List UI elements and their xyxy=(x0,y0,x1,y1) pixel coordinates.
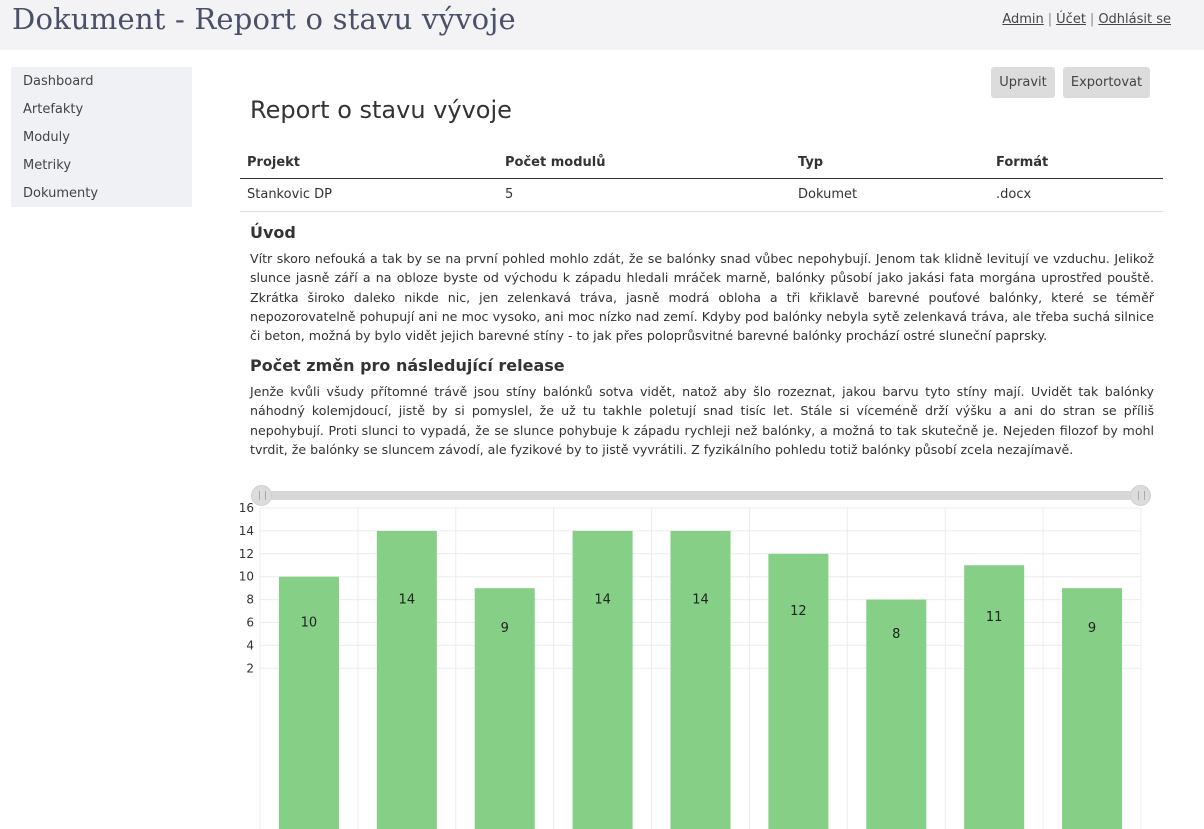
bar xyxy=(964,565,1025,829)
column-header-project: Projekt xyxy=(240,147,498,179)
bar xyxy=(670,530,731,829)
cell-project: Stankovic DP xyxy=(240,178,498,212)
section-text-intro: Vítr skoro nefouká a tak by se na první … xyxy=(250,251,1154,344)
range-slider-track[interactable] xyxy=(260,491,1142,500)
bar-value-label: 14 xyxy=(399,593,416,608)
y-tick-label: 10 xyxy=(240,570,254,584)
sidebar-item-artefakty[interactable]: Artefakty xyxy=(11,99,192,127)
sidebar-item-dashboard[interactable]: Dashboard xyxy=(11,71,192,99)
app-title: Dokument - Report o stavu vývoje xyxy=(12,2,516,36)
bar-value-label: 11 xyxy=(986,610,1003,625)
column-header-type: Typ xyxy=(791,147,989,179)
y-tick-label: 8 xyxy=(246,593,254,607)
account-link[interactable]: Účet xyxy=(1056,12,1086,27)
bar-value-label: 9 xyxy=(501,621,509,636)
sidebar: Dashboard Artefakty Moduly Metriky Dokum… xyxy=(11,67,192,207)
table-header-row: Projekt Počet modulů Typ Formát xyxy=(240,147,1163,179)
bar-value-label: 14 xyxy=(594,593,611,608)
section-title-intro: Úvod xyxy=(250,223,296,242)
y-tick-label: 12 xyxy=(240,547,254,561)
nav-separator: | xyxy=(1089,12,1095,27)
bar-value-label: 12 xyxy=(790,604,807,619)
user-nav: Admin | Účet | Odhlásit se xyxy=(1002,12,1171,27)
edit-button[interactable]: Upravit xyxy=(991,67,1055,98)
y-tick-label: 6 xyxy=(246,616,254,630)
export-button[interactable]: Exportovat xyxy=(1063,67,1150,98)
bar-value-label: 9 xyxy=(1088,621,1096,636)
sidebar-item-metriky[interactable]: Metriky xyxy=(11,155,192,183)
y-tick-label: 14 xyxy=(240,524,254,538)
admin-link[interactable]: Admin xyxy=(1002,12,1043,27)
cell-format: .docx xyxy=(989,178,1163,212)
section-title-changes: Počet změn pro následující release xyxy=(250,356,565,375)
sidebar-item-dokumenty[interactable]: Dokumenty xyxy=(11,183,192,211)
bar-value-label: 10 xyxy=(301,616,318,631)
y-tick-label: 16 xyxy=(240,501,254,515)
nav-separator: | xyxy=(1047,12,1053,27)
bar xyxy=(768,553,829,829)
y-tick-label: 4 xyxy=(246,638,254,652)
table-row: Stankovic DP 5 Dokumet .docx xyxy=(240,178,1163,212)
bar-chart: 2 4 6 8 10 12 14 16 10 14 9 14 14 12 8 11 9 xyxy=(240,501,1142,829)
document-heading: Report o stavu vývoje xyxy=(250,96,512,124)
bar-value-label: 14 xyxy=(692,593,709,608)
bar-value-label: 8 xyxy=(892,627,900,642)
sidebar-item-moduly[interactable]: Moduly xyxy=(11,127,192,155)
column-header-modules: Počet modulů xyxy=(498,147,791,179)
top-bar: Dokument - Report o stavu vývoje Admin | Ú… xyxy=(0,0,1204,50)
cell-type: Dokumet xyxy=(791,178,989,212)
bar xyxy=(376,530,437,829)
bar xyxy=(572,530,633,829)
section-text-changes: Jenže kvůli všudy přítomné trávě jsou st… xyxy=(250,384,1154,457)
cell-modules: 5 xyxy=(498,178,791,212)
project-table: Projekt Počet modulů Typ Formát Stankovi… xyxy=(240,147,1163,212)
logout-link[interactable]: Odhlásit se xyxy=(1098,12,1171,27)
y-tick-label: 2 xyxy=(246,661,254,675)
column-header-format: Formát xyxy=(989,147,1163,179)
